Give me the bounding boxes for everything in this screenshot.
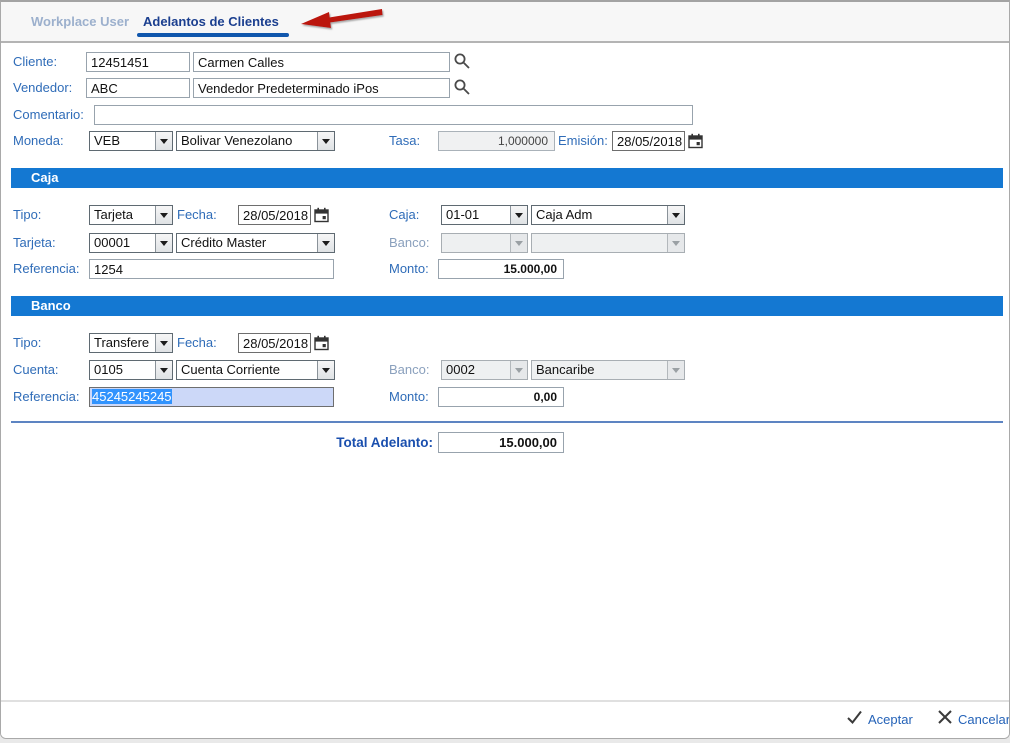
caja-referencia-label: Referencia: xyxy=(13,259,79,279)
caja-caja-label: Caja: xyxy=(389,205,419,225)
dropdown-arrow-icon xyxy=(510,234,527,252)
banco-name-dropdown: Bancaribe xyxy=(531,360,685,380)
dropdown-arrow-icon xyxy=(510,361,527,379)
dropdown-arrow-icon[interactable] xyxy=(667,206,684,224)
active-tab-underline xyxy=(137,33,289,37)
banco-monto-input[interactable] xyxy=(438,387,564,407)
caja-name-value: Caja Adm xyxy=(532,206,667,224)
selected-text: 45245245245 xyxy=(92,389,172,404)
banco-code-value: 0002 xyxy=(442,361,510,379)
caja-code-dropdown[interactable]: 01-01 xyxy=(441,205,528,225)
x-icon[interactable] xyxy=(937,709,953,725)
moneda-label: Moneda: xyxy=(13,131,64,151)
red-arrow-annotation-icon xyxy=(294,3,386,33)
caja-monto-label: Monto: xyxy=(389,259,429,279)
emision-date-input[interactable] xyxy=(612,131,685,151)
caja-banco-label: Banco: xyxy=(389,233,429,253)
cliente-name-input[interactable] xyxy=(193,52,450,72)
comentario-input[interactable] xyxy=(94,105,693,125)
tab-adelantos-de-clientes[interactable]: Adelantos de Clientes xyxy=(143,14,279,29)
caja-fecha-input[interactable] xyxy=(238,205,311,225)
caja-tipo-dropdown[interactable]: Tarjeta xyxy=(89,205,173,225)
dropdown-arrow-icon[interactable] xyxy=(317,361,334,379)
banco-tipo-label: Tipo: xyxy=(13,333,41,353)
vendedor-code-input[interactable] xyxy=(86,78,190,98)
cliente-label: Cliente: xyxy=(13,52,57,72)
aceptar-button[interactable]: Aceptar xyxy=(868,712,913,727)
vendedor-label: Vendedor: xyxy=(13,78,72,98)
total-adelanto-input xyxy=(438,432,564,453)
banco-fecha-label: Fecha: xyxy=(177,333,217,353)
caja-banco-code-dropdown xyxy=(441,233,528,253)
tasa-label: Tasa: xyxy=(389,131,420,151)
dropdown-arrow-icon[interactable] xyxy=(155,206,172,224)
dropdown-arrow-icon[interactable] xyxy=(155,361,172,379)
caja-tipo-value: Tarjeta xyxy=(90,206,155,224)
moneda-name-value: Bolivar Venezolano xyxy=(177,132,317,150)
tarjeta-code-value: 00001 xyxy=(90,234,155,252)
adelantos-dialog: Workplace User Adelantos de Clientes Cli… xyxy=(0,0,1010,739)
comentario-label: Comentario: xyxy=(13,105,84,125)
cuenta-name-dropdown[interactable]: Cuenta Corriente xyxy=(176,360,335,380)
dropdown-arrow-icon xyxy=(667,361,684,379)
total-adelanto-label: Total Adelanto: xyxy=(271,433,433,453)
dropdown-arrow-icon[interactable] xyxy=(155,234,172,252)
caja-banco-name-dropdown xyxy=(531,233,685,253)
tarjeta-name-dropdown[interactable]: Crédito Master xyxy=(176,233,335,253)
caja-banco-code-value xyxy=(442,234,510,252)
caja-name-dropdown[interactable]: Caja Adm xyxy=(531,205,685,225)
caja-referencia-input[interactable] xyxy=(89,259,334,279)
caja-code-value: 01-01 xyxy=(442,206,510,224)
banco-referencia-label: Referencia: xyxy=(13,387,79,407)
banco-section-header: Banco xyxy=(11,296,1003,316)
vendedor-search-icon[interactable] xyxy=(453,78,471,96)
dropdown-arrow-icon[interactable] xyxy=(510,206,527,224)
cliente-code-input[interactable] xyxy=(86,52,190,72)
tarjeta-name-value: Crédito Master xyxy=(177,234,317,252)
banco-tipo-value: Transfere xyxy=(90,334,155,352)
tarjeta-label: Tarjeta: xyxy=(13,233,56,253)
cuenta-code-value: 0105 xyxy=(90,361,155,379)
emision-calendar-icon[interactable] xyxy=(688,133,703,149)
vendedor-name-input[interactable] xyxy=(193,78,450,98)
caja-fecha-label: Fecha: xyxy=(177,205,217,225)
total-separator xyxy=(11,421,1003,423)
caja-fecha-calendar-icon[interactable] xyxy=(314,207,329,223)
emision-label: Emisión: xyxy=(558,131,608,151)
tab-bar: Workplace User Adelantos de Clientes xyxy=(1,2,1009,43)
moneda-code-value: VEB xyxy=(90,132,155,150)
tarjeta-code-dropdown[interactable]: 00001 xyxy=(89,233,173,253)
cuenta-name-value: Cuenta Corriente xyxy=(177,361,317,379)
caja-monto-input[interactable] xyxy=(438,259,564,279)
banco-fecha-input[interactable] xyxy=(238,333,311,353)
dropdown-arrow-icon[interactable] xyxy=(317,234,334,252)
moneda-name-dropdown[interactable]: Bolivar Venezolano xyxy=(176,131,335,151)
banco-name-value: Bancaribe xyxy=(532,361,667,379)
moneda-code-dropdown[interactable]: VEB xyxy=(89,131,173,151)
check-icon[interactable] xyxy=(846,710,863,725)
dropdown-arrow-icon xyxy=(667,234,684,252)
tab-workplace-user[interactable]: Workplace User xyxy=(31,14,129,29)
cliente-search-icon[interactable] xyxy=(453,52,471,70)
dropdown-arrow-icon[interactable] xyxy=(317,132,334,150)
banco-code-dropdown: 0002 xyxy=(441,360,528,380)
cuenta-label: Cuenta: xyxy=(13,360,59,380)
banco-banco-label: Banco: xyxy=(389,360,429,380)
caja-tipo-label: Tipo: xyxy=(13,205,41,225)
banco-monto-label: Monto: xyxy=(389,387,429,407)
banco-fecha-calendar-icon[interactable] xyxy=(314,335,329,351)
cancelar-button[interactable]: Cancelar xyxy=(958,712,1010,727)
caja-banco-name-value xyxy=(532,234,667,252)
cuenta-code-dropdown[interactable]: 0105 xyxy=(89,360,173,380)
dropdown-arrow-icon[interactable] xyxy=(155,132,172,150)
tasa-input xyxy=(438,131,555,151)
banco-referencia-input[interactable]: 45245245245 xyxy=(89,387,334,407)
dropdown-arrow-icon[interactable] xyxy=(155,334,172,352)
banco-tipo-dropdown[interactable]: Transfere xyxy=(89,333,173,353)
caja-section-header: Caja xyxy=(11,168,1003,188)
